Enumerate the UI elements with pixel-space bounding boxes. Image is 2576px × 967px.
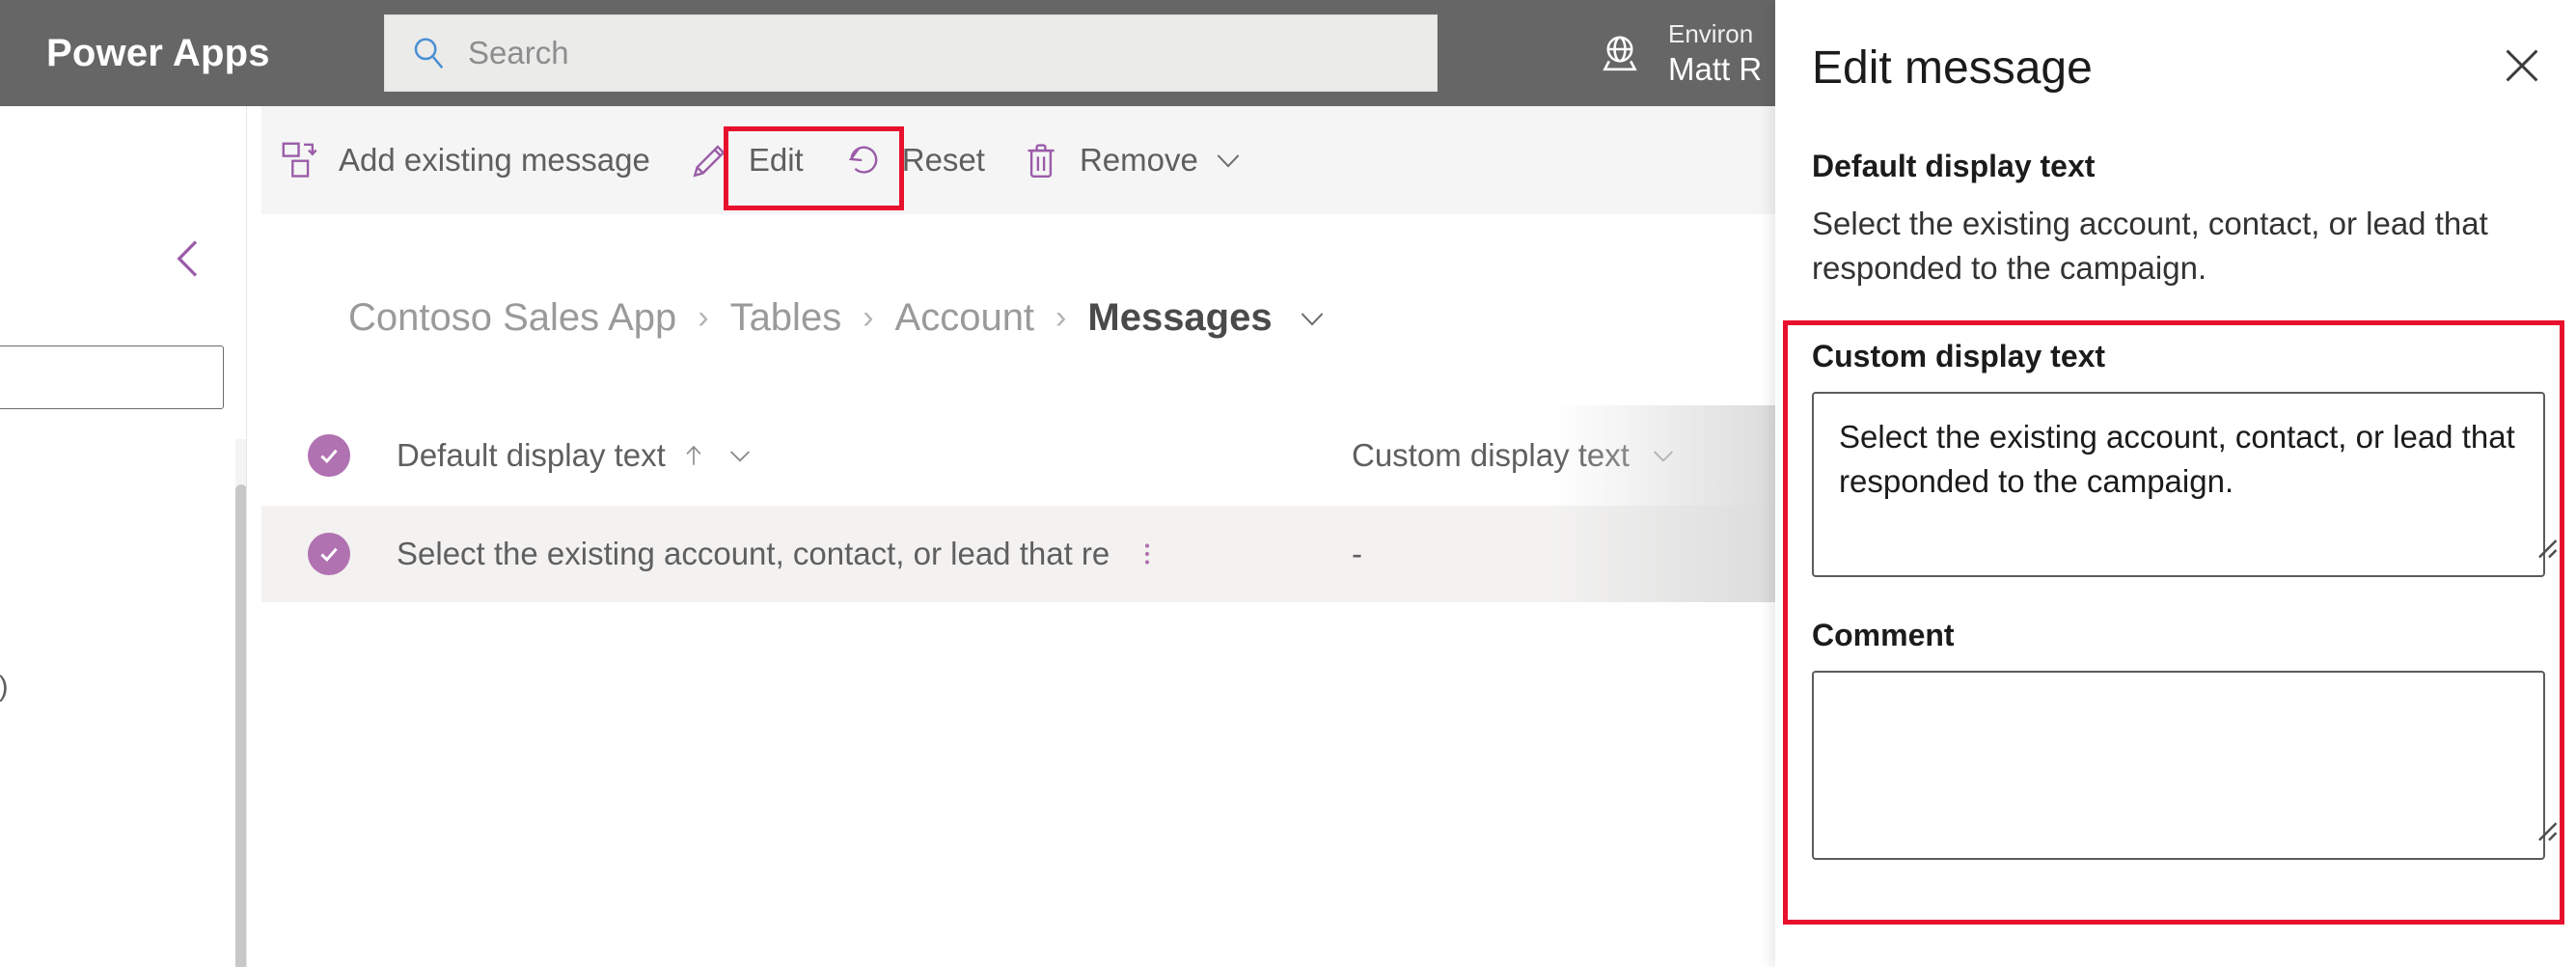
- more-options-icon[interactable]: [1133, 536, 1162, 572]
- add-existing-message-button[interactable]: Add existing message: [261, 106, 668, 214]
- chevron-down-icon[interactable]: [1649, 441, 1678, 470]
- remove-button[interactable]: Remove: [1002, 106, 1262, 214]
- breadcrumb-item-tables[interactable]: Tables: [730, 296, 842, 340]
- column-header-custom-display-text[interactable]: Custom display text: [1352, 437, 1775, 474]
- panel-header: Edit message: [1775, 0, 2576, 135]
- field-custom-display-text: Custom display text: [1775, 339, 2576, 577]
- trash-icon: [1020, 139, 1062, 181]
- comment-input[interactable]: [1812, 671, 2545, 860]
- column-header-label: Default display text: [397, 437, 666, 474]
- default-display-text-label: Default display text: [1812, 149, 2576, 184]
- breadcrumb-item-app[interactable]: Contoso Sales App: [348, 296, 676, 340]
- row-select-checkbox[interactable]: [261, 533, 397, 575]
- cell-default-display-text: Select the existing account, contact, or…: [397, 536, 1352, 572]
- edit-button[interactable]: Edit: [671, 106, 821, 214]
- field-comment: Comment: [1775, 618, 2576, 860]
- nav-scrollbar-thumb[interactable]: [235, 484, 247, 967]
- custom-display-text-input[interactable]: [1812, 392, 2545, 577]
- breadcrumb-item-account[interactable]: Account: [895, 296, 1035, 340]
- cell-text: -: [1352, 536, 1362, 572]
- arrow-up-icon: [681, 441, 706, 470]
- environment-name: Matt R: [1668, 50, 1762, 89]
- default-display-text-value: Select the existing account, contact, or…: [1812, 202, 2534, 290]
- edit-label: Edit: [749, 142, 804, 179]
- comment-label: Comment: [1812, 618, 2576, 653]
- command-bar: Add existing message Edit Reset: [248, 106, 1775, 214]
- remove-label: Remove: [1080, 142, 1198, 179]
- globe-icon: [1597, 30, 1643, 76]
- reset-label: Reset: [902, 142, 985, 179]
- chevron-down-icon[interactable]: [1212, 144, 1245, 177]
- power-apps-window: Power Apps Search Environ Matt R: [0, 0, 2576, 967]
- close-icon: [2498, 41, 2546, 95]
- close-button[interactable]: [2495, 41, 2549, 95]
- add-existing-message-icon: [279, 139, 321, 181]
- table-row[interactable]: Select the existing account, contact, or…: [261, 506, 1775, 602]
- messages-grid: Default display text Custom display text: [261, 405, 1775, 602]
- left-navigation-pane: (0) mns tionships: [0, 106, 247, 967]
- search-icon: [410, 35, 447, 71]
- edit-message-panel: Edit message Default display text Select…: [1775, 0, 2576, 967]
- column-header-default-display-text[interactable]: Default display text: [397, 437, 1352, 474]
- cell-text: Select the existing account, contact, or…: [397, 536, 1110, 572]
- add-existing-message-label: Add existing message: [339, 142, 650, 179]
- nav-count-label: (0): [0, 671, 9, 704]
- panel-title: Edit message: [1812, 41, 2093, 95]
- reset-icon: [842, 139, 885, 181]
- chevron-left-icon[interactable]: [162, 232, 216, 286]
- environment-label: Environ: [1668, 18, 1762, 50]
- app-brand-title[interactable]: Power Apps: [46, 32, 270, 75]
- column-header-label: Custom display text: [1352, 437, 1630, 474]
- main-content: Contoso Sales App › Tables › Account › M…: [261, 214, 1775, 967]
- panel-body: Default display text Select the existing…: [1775, 135, 2576, 860]
- select-all-checkbox[interactable]: [261, 434, 397, 477]
- breadcrumb-separator: ›: [698, 299, 708, 337]
- cell-custom-display-text: -: [1352, 536, 1775, 572]
- reset-button[interactable]: Reset: [825, 106, 1002, 214]
- global-search-placeholder: Search: [468, 35, 569, 71]
- global-search-box[interactable]: Search: [384, 14, 1438, 92]
- breadcrumb-separator: ›: [1055, 299, 1066, 337]
- nav-search-input[interactable]: [0, 345, 224, 409]
- grid-header-row: Default display text Custom display text: [261, 405, 1775, 506]
- chevron-down-icon[interactable]: [726, 441, 754, 470]
- custom-display-text-label: Custom display text: [1812, 339, 2576, 374]
- breadcrumb-item-messages[interactable]: Messages: [1087, 296, 1272, 340]
- environment-indicator[interactable]: Environ Matt R: [1597, 10, 1762, 97]
- chevron-down-icon[interactable]: [1296, 302, 1329, 335]
- pencil-icon: [689, 139, 731, 181]
- checkmark-icon: [308, 434, 350, 477]
- field-default-display-text: Default display text Select the existing…: [1775, 149, 2576, 290]
- breadcrumb-separator: ›: [863, 299, 873, 337]
- breadcrumb: Contoso Sales App › Tables › Account › M…: [348, 296, 1329, 340]
- checkmark-icon: [308, 533, 350, 575]
